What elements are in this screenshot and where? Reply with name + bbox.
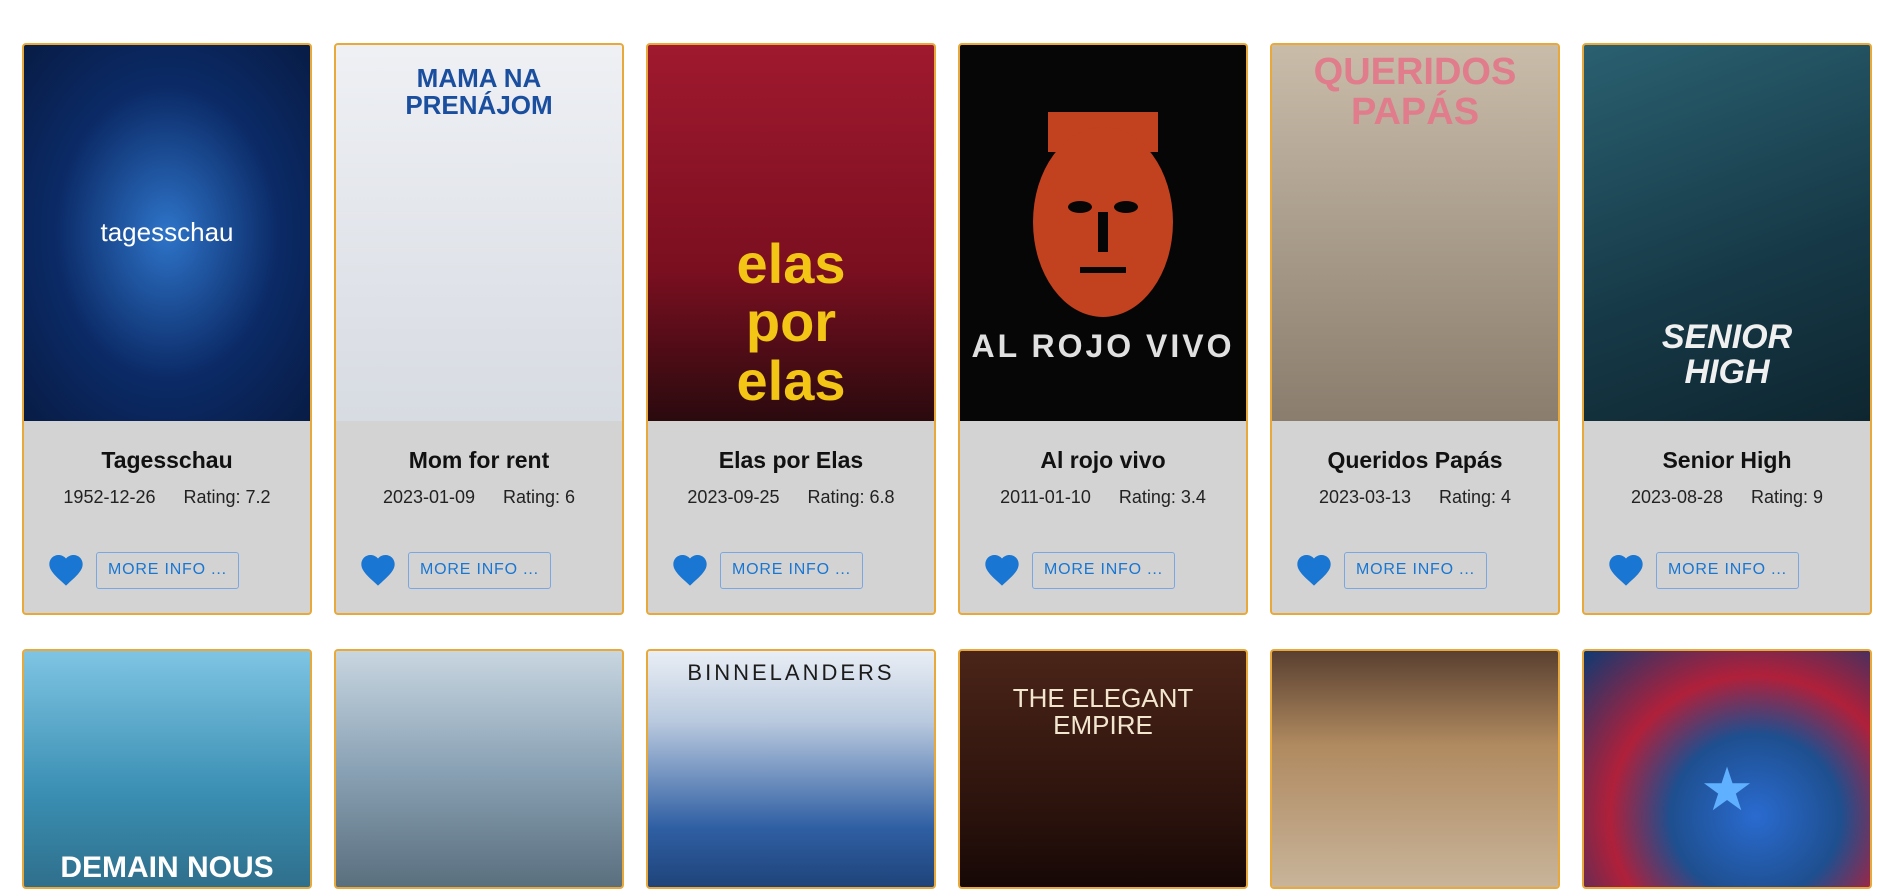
more-info-button[interactable]: MORE INFO ... bbox=[1032, 551, 1175, 589]
air-date: 2023-08-28 bbox=[1630, 487, 1724, 507]
rating: Rating: 4 bbox=[1439, 487, 1512, 507]
air-date: 2023-03-13 bbox=[1318, 487, 1412, 507]
more-info-button[interactable]: MORE INFO ... bbox=[720, 551, 863, 589]
poster-title: elas por elas bbox=[736, 231, 846, 413]
poster-title: tagesschau bbox=[100, 217, 234, 248]
show-card bbox=[1270, 649, 1560, 889]
show-card: QUERIDOS PAPÁS Queridos Papás 2023-03-13… bbox=[1270, 43, 1560, 615]
show-card: tagesschau Tagesschau 1952-12-26 Rating:… bbox=[22, 43, 312, 615]
heart-icon[interactable] bbox=[358, 550, 398, 590]
show-grid: tagesschau Tagesschau 1952-12-26 Rating:… bbox=[22, 43, 1872, 889]
more-info-button[interactable]: MORE INFO ... bbox=[1344, 551, 1487, 589]
heart-icon[interactable] bbox=[1606, 550, 1646, 590]
show-card: MAMA NA PRENÁJOM Mom for rent 2023-01-09… bbox=[334, 43, 624, 615]
poster-image[interactable]: THE ELEGANT EMPIRE bbox=[960, 651, 1246, 887]
air-date: 2023-01-09 bbox=[382, 487, 476, 507]
show-card: AL ROJO VIVO Al rojo vivo 2011-01-10 Rat… bbox=[958, 43, 1248, 615]
poster-title: DEMAIN NOUS bbox=[60, 850, 274, 884]
poster-image[interactable]: AL ROJO VIVO bbox=[960, 45, 1246, 421]
rating: Rating: 7.2 bbox=[183, 487, 271, 507]
poster-image[interactable] bbox=[336, 651, 622, 887]
more-info-button[interactable]: MORE INFO ... bbox=[96, 551, 239, 589]
rating: Rating: 9 bbox=[1751, 487, 1824, 507]
poster-image[interactable]: elas por elas bbox=[648, 45, 934, 421]
show-card: SENIOR HIGH Senior High 2023-08-28 Ratin… bbox=[1582, 43, 1872, 615]
poster-title: MAMA NA PRENÁJOM bbox=[405, 63, 553, 121]
show-card bbox=[334, 649, 624, 889]
face-emblem bbox=[1033, 112, 1173, 318]
more-info-button[interactable]: MORE INFO ... bbox=[1656, 551, 1799, 589]
poster-title: BINNELANDERS bbox=[687, 660, 895, 685]
show-card: BINNELANDERS bbox=[646, 649, 936, 889]
star-icon: ★ bbox=[1700, 755, 1754, 823]
more-info-button[interactable]: MORE INFO ... bbox=[408, 551, 551, 589]
poster-image[interactable]: DEMAIN NOUS bbox=[24, 651, 310, 887]
air-date: 2011-01-10 bbox=[1000, 487, 1091, 507]
poster-image[interactable]: BINNELANDERS bbox=[648, 651, 934, 887]
rating: Rating: 3.4 bbox=[1118, 487, 1206, 507]
poster-image[interactable]: ★ bbox=[1584, 651, 1870, 887]
poster-title: SENIOR HIGH bbox=[1661, 317, 1793, 392]
rating: Rating: 6 bbox=[503, 487, 576, 507]
show-title: Al rojo vivo bbox=[1040, 447, 1166, 473]
poster-image[interactable]: tagesschau bbox=[24, 45, 310, 421]
poster-image[interactable]: SENIOR HIGH bbox=[1584, 45, 1870, 421]
rating: Rating: 6.8 bbox=[807, 487, 895, 507]
poster-title: QUERIDOS PAPÁS bbox=[1313, 51, 1517, 133]
heart-icon[interactable] bbox=[1294, 550, 1334, 590]
show-title: Queridos Papás bbox=[1327, 447, 1503, 473]
show-title: Mom for rent bbox=[408, 447, 550, 473]
poster-image[interactable] bbox=[1272, 651, 1558, 887]
show-card: elas por elas Elas por Elas 2023-09-25 R… bbox=[646, 43, 936, 615]
heart-icon[interactable] bbox=[46, 550, 86, 590]
show-card: DEMAIN NOUS bbox=[22, 649, 312, 889]
heart-icon[interactable] bbox=[670, 550, 710, 590]
poster-title: AL ROJO VIVO bbox=[971, 328, 1235, 365]
poster-image[interactable]: QUERIDOS PAPÁS bbox=[1272, 45, 1558, 421]
air-date: 2023-09-25 bbox=[687, 487, 780, 507]
show-card: THE ELEGANT EMPIRE bbox=[958, 649, 1248, 889]
show-title: Elas por Elas bbox=[718, 447, 864, 473]
show-card: ★ bbox=[1582, 649, 1872, 889]
poster-title: THE ELEGANT EMPIRE bbox=[1012, 683, 1194, 741]
heart-icon[interactable] bbox=[982, 550, 1022, 590]
air-date: 1952-12-26 bbox=[63, 487, 156, 507]
show-title: Senior High bbox=[1662, 447, 1792, 473]
show-title: Tagesschau bbox=[101, 447, 233, 473]
poster-image[interactable]: MAMA NA PRENÁJOM bbox=[336, 45, 622, 421]
